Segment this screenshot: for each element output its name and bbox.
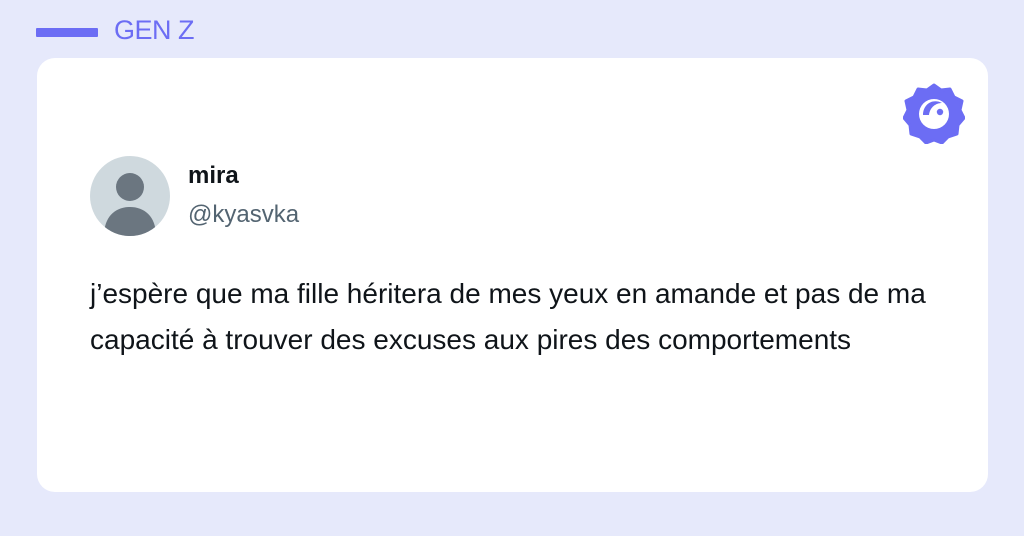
category-bar <box>36 28 98 37</box>
author-name[interactable]: mira <box>188 162 239 190</box>
avatar[interactable] <box>90 156 170 236</box>
tweet-card: mira @kyasvka j’espère que ma fille héri… <box>37 58 988 492</box>
category-label[interactable]: GEN Z <box>114 15 195 46</box>
tweet-text: j’espère que ma fille héritera de mes ye… <box>90 278 926 355</box>
default-avatar-icon <box>104 173 156 236</box>
brand-logo-icon[interactable] <box>903 82 965 144</box>
author-handle[interactable]: @kyasvka <box>188 201 299 229</box>
